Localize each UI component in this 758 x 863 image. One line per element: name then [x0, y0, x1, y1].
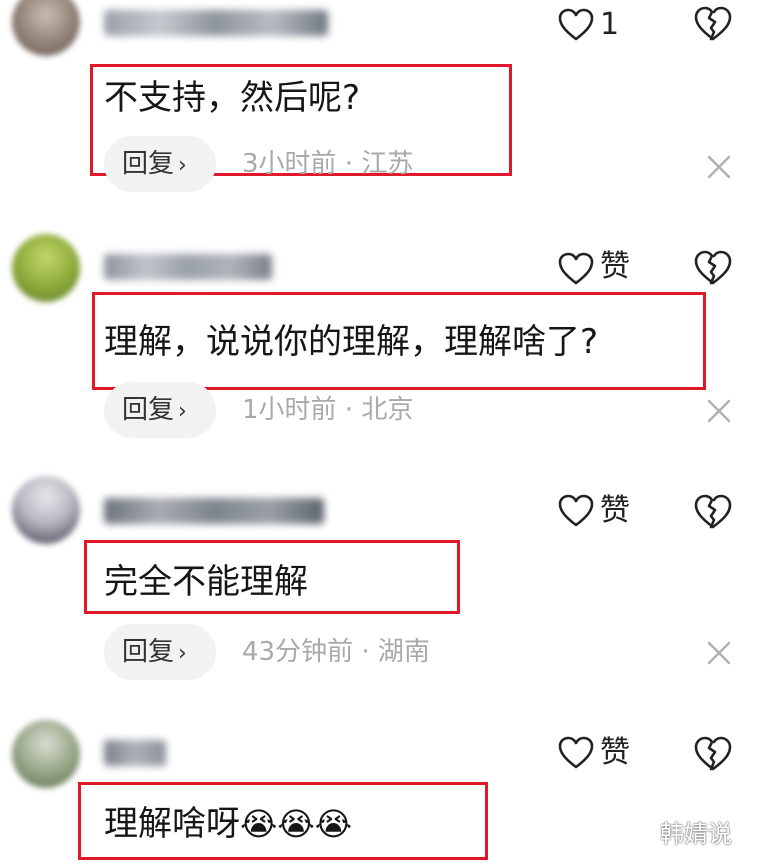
watermark: 韩婧说 [660, 820, 732, 848]
heart-outline-icon[interactable] [558, 736, 594, 770]
comment-item: 赞 理解啥呀😭😭😭 [0, 0, 758, 863]
comment-text-content: 理解啥呀 [104, 804, 240, 844]
like-label: 赞 [600, 735, 630, 770]
username[interactable] [104, 740, 166, 766]
comment-text: 理解啥呀😭😭😭 [104, 802, 352, 846]
avatar[interactable] [12, 720, 80, 788]
broken-heart-icon[interactable] [694, 736, 732, 772]
crying-laughing-emoji: 😭😭😭 [240, 805, 353, 843]
